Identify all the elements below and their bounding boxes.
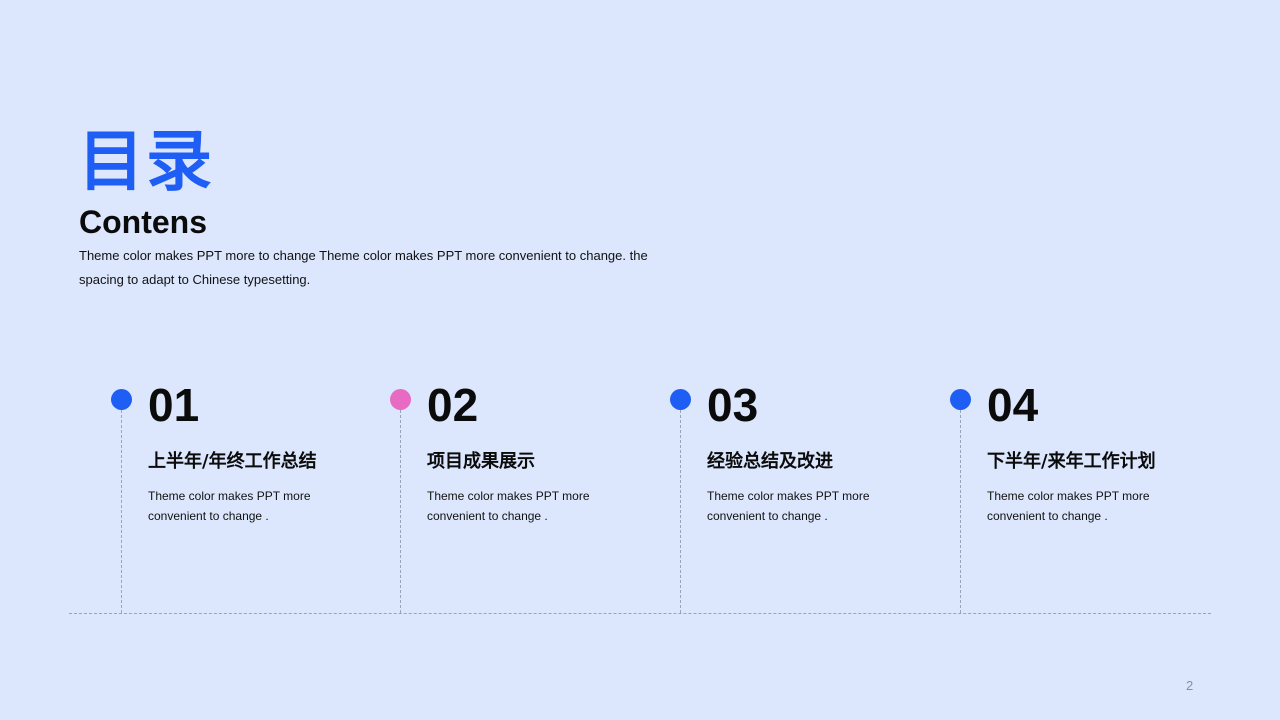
timeline-connector	[121, 410, 122, 613]
item-heading: 下半年/来年工作计划	[987, 451, 1156, 472]
page-number: 2	[1186, 678, 1194, 693]
item-heading: 上半年/年终工作总结	[148, 451, 317, 472]
item-description: Theme color makes PPT more convenient to…	[987, 489, 1150, 523]
timeline-connector	[680, 410, 681, 613]
item-description: Theme color makes PPT more convenient to…	[427, 489, 590, 523]
timeline-item-4: 04 下半年/来年工作计划 Theme color makes PPT more…	[950, 380, 1200, 614]
item-description: Theme color makes PPT more convenient to…	[148, 489, 311, 523]
slide: 目录 Contens Theme color makes PPT more to…	[0, 0, 1280, 720]
timeline-item-2: 02 项目成果展示 Theme color makes PPT more con…	[390, 380, 640, 614]
page-subtitle-english: Contens	[79, 204, 207, 240]
timeline-connector	[960, 410, 961, 613]
page-title: 目录	[78, 123, 214, 200]
timeline-dot	[111, 389, 132, 410]
timeline-connector	[400, 410, 401, 613]
timeline-dot	[950, 389, 971, 410]
item-number: 01	[148, 379, 200, 431]
item-number: 02	[427, 379, 479, 431]
intro-text: Theme color makes PPT more to change The…	[79, 248, 648, 287]
item-number: 04	[987, 379, 1039, 431]
timeline-dot	[670, 389, 691, 410]
item-heading: 经验总结及改进	[707, 451, 833, 472]
timeline-item-3: 03 经验总结及改进 Theme color makes PPT more co…	[670, 380, 920, 614]
item-description: Theme color makes PPT more convenient to…	[707, 489, 870, 523]
item-number: 03	[707, 379, 759, 431]
timeline-dot	[390, 389, 411, 410]
item-heading: 项目成果展示	[427, 451, 535, 472]
timeline-item-1: 01 上半年/年终工作总结 Theme color makes PPT more…	[111, 380, 361, 614]
